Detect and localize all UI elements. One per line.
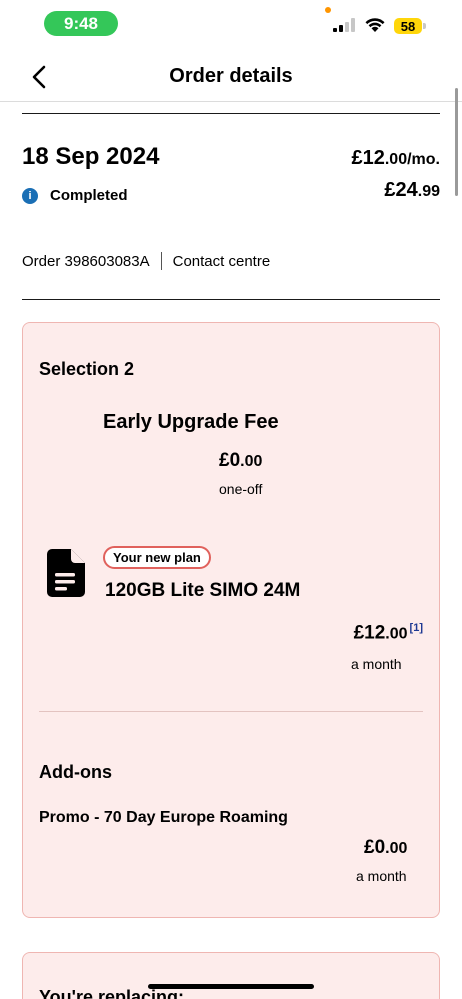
home-indicator[interactable] xyxy=(148,984,314,989)
contact-centre-link[interactable]: Contact centre xyxy=(173,253,271,270)
addon-price: £0.00 xyxy=(364,837,407,859)
addon-price-minor: .00 xyxy=(385,840,408,857)
addons-title: Add-ons xyxy=(39,762,112,782)
addon-price-main: £0 xyxy=(364,837,386,858)
divider-top xyxy=(22,113,440,114)
monthly-price-minor: .00/mo. xyxy=(384,151,440,168)
addon-name: Promo - 70 Day Europe Roaming xyxy=(39,809,288,826)
footnote-link[interactable]: [1] xyxy=(410,622,423,634)
fee-price: £0.00 xyxy=(219,450,262,472)
card-divider xyxy=(39,711,423,712)
battery-icon: 58 xyxy=(394,18,422,34)
divider-bottom xyxy=(22,299,440,300)
replacing-card: You're replacing: xyxy=(22,952,440,999)
cellular-signal-icon xyxy=(333,18,355,32)
order-number: Order 398603083A xyxy=(22,252,150,270)
status-time: 9:48 xyxy=(44,11,118,36)
new-plan-badge: Your new plan xyxy=(103,546,211,569)
order-status: i Completed xyxy=(22,187,128,204)
activity-indicator-dot xyxy=(325,7,331,13)
page-title: Order details xyxy=(169,65,293,87)
meta-separator xyxy=(160,252,162,270)
order-meta: Order 398603083A Contact centre xyxy=(22,252,270,270)
plan-price-main: £12 xyxy=(353,622,386,644)
plan-name: 120GB Lite SIMO 24M xyxy=(105,580,301,601)
selection-title: Selection 2 xyxy=(39,359,135,379)
wifi-icon xyxy=(365,18,385,32)
document-icon xyxy=(47,549,85,597)
total-price-main: £24 xyxy=(384,179,418,201)
status-bar: 9:48 58 xyxy=(0,0,462,48)
status-label: Completed xyxy=(50,187,128,204)
order-date: 18 Sep 2024 xyxy=(22,143,160,170)
info-icon: i xyxy=(22,187,38,204)
monthly-price-main: £12 xyxy=(351,147,385,169)
navigation-bar: Order details xyxy=(0,52,462,102)
fee-price-minor: .00 xyxy=(240,453,263,470)
scrollbar[interactable] xyxy=(455,88,458,196)
fee-price-main: £0 xyxy=(219,450,241,471)
fee-note: one-off xyxy=(219,481,263,497)
total-price: £24.99 xyxy=(384,179,440,202)
plan-period: a month xyxy=(351,656,402,672)
addon-period: a month xyxy=(356,868,407,884)
total-price-minor: .99 xyxy=(417,183,440,200)
plan-price: £12.00 [1] xyxy=(354,622,423,644)
fee-title: Early Upgrade Fee xyxy=(103,411,279,433)
selection-card: Selection 2 Early Upgrade Fee £0.00 one-… xyxy=(22,322,440,918)
battery-cap xyxy=(423,23,426,29)
plan-price-minor: .00 xyxy=(385,625,408,643)
monthly-price: £12.00/mo. xyxy=(351,147,440,170)
